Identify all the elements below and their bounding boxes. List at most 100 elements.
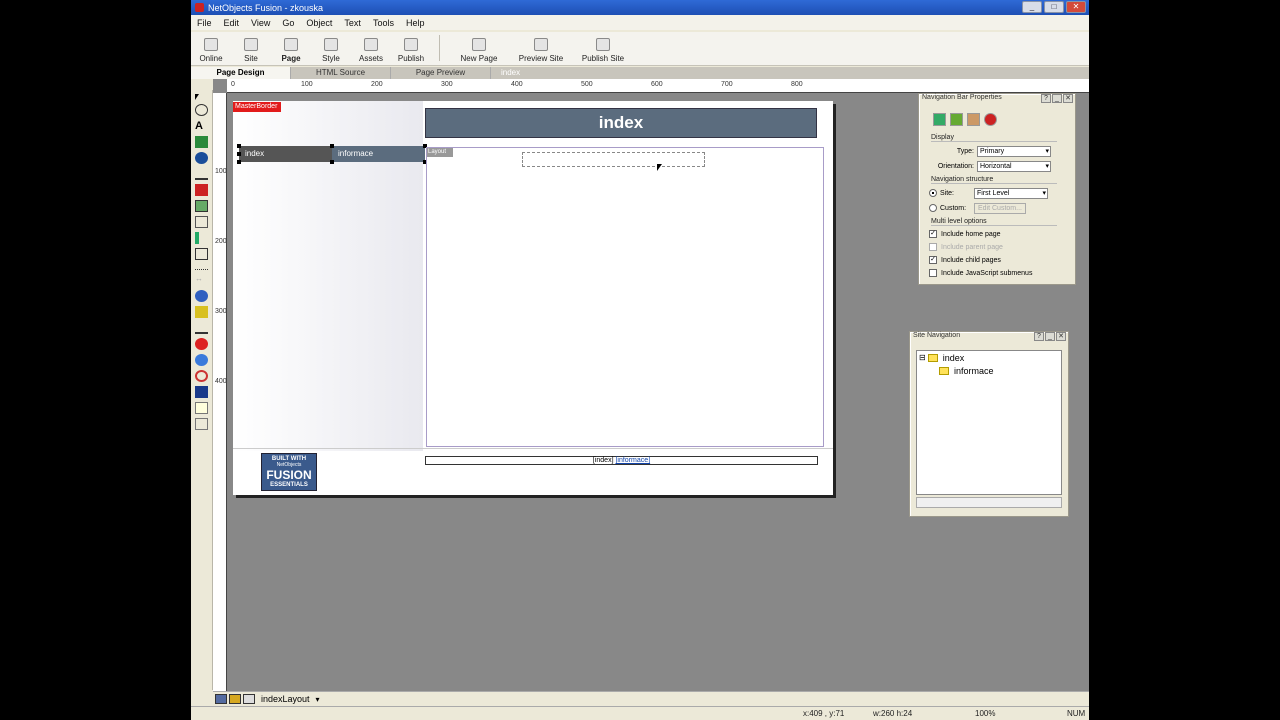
include-parent-checkbox[interactable]	[929, 243, 937, 251]
selection-handle[interactable]	[330, 144, 334, 148]
online-icon	[204, 38, 218, 51]
toolbar-separator	[439, 35, 440, 61]
form-tool-icon[interactable]	[195, 184, 208, 196]
menu-object[interactable]: Object	[300, 18, 338, 28]
text-navigation-bar[interactable]: [index] [informace]	[425, 456, 818, 465]
arrow-tool-icon[interactable]: ↔	[195, 274, 208, 286]
select-tool-icon[interactable]	[195, 94, 199, 100]
orientation-label: Orientation:	[937, 162, 974, 170]
nav-button-index[interactable]: index	[239, 146, 332, 162]
layout-view-icon[interactable]	[215, 694, 227, 704]
minimize-button[interactable]: _	[1022, 1, 1042, 13]
layout-dropdown-icon[interactable]: ▾	[316, 695, 320, 704]
banner-tool-icon[interactable]	[195, 232, 199, 244]
new-page-button[interactable]: New Page	[448, 31, 510, 65]
text-box-placeholder[interactable]	[522, 152, 705, 167]
text-tool-icon[interactable]: A	[195, 120, 208, 132]
layout-name[interactable]: indexLayout	[255, 694, 316, 704]
selection-handle[interactable]	[237, 160, 241, 164]
selection-handle[interactable]	[237, 144, 241, 148]
page-banner[interactable]: index	[425, 108, 817, 138]
plugin-tool-icon[interactable]	[195, 370, 208, 382]
search-tool-icon[interactable]	[195, 354, 208, 366]
menu-view[interactable]: View	[245, 18, 276, 28]
text-nav-index[interactable]: [index]	[593, 457, 614, 464]
online-button[interactable]: Online	[191, 31, 231, 65]
html-tool-icon[interactable]	[195, 418, 208, 430]
opt-home-row: ✓ Include home page	[929, 228, 1075, 240]
close-button[interactable]: ✕	[1066, 1, 1086, 13]
master-view-icon[interactable]	[229, 694, 241, 704]
publish-button[interactable]: Publish	[391, 31, 431, 65]
maximize-button[interactable]: □	[1044, 1, 1064, 13]
collapse-icon[interactable]: ⊟	[919, 353, 926, 362]
layout-region[interactable]: Layout	[426, 147, 824, 447]
anchor-tool-icon[interactable]	[195, 168, 208, 180]
minimize-panel-button[interactable]: _	[1052, 94, 1062, 103]
site-radio[interactable]	[929, 189, 937, 197]
orientation-select[interactable]: Horizontal	[977, 160, 1051, 172]
preview-site-icon	[534, 38, 548, 51]
navigation-bar[interactable]: index informace	[237, 144, 427, 164]
java-tool-icon[interactable]	[195, 386, 208, 398]
menu-text[interactable]: Text	[338, 18, 367, 28]
component-tool-icon[interactable]	[195, 306, 208, 318]
tab-page-design[interactable]: Page Design	[191, 67, 291, 79]
minimize-panel-button[interactable]: _	[1045, 332, 1055, 341]
record-tool-icon[interactable]	[195, 338, 208, 350]
actions-tab-icon[interactable]	[984, 113, 997, 126]
opt-parent-row: Include parent page	[929, 241, 1075, 253]
selection-handle[interactable]	[237, 152, 241, 156]
close-panel-button[interactable]: ✕	[1063, 94, 1073, 103]
rectangle-tool-icon[interactable]	[195, 248, 208, 260]
tree-node-informace[interactable]: informace	[917, 364, 1061, 377]
object-toolbar: A ↔	[191, 90, 213, 690]
panel-header: Site Navigation ? _ ✕	[910, 332, 1068, 343]
help-button[interactable]: ?	[1041, 94, 1051, 103]
selection-handle[interactable]	[330, 160, 334, 164]
help-button[interactable]: ?	[1034, 332, 1044, 341]
table-tool-icon[interactable]	[195, 200, 208, 212]
site-tab-icon[interactable]	[967, 113, 980, 126]
page-button[interactable]: Page	[271, 31, 311, 65]
page-view-icon[interactable]	[243, 694, 255, 704]
tab-page-preview[interactable]: Page Preview	[391, 67, 491, 79]
menu-go[interactable]: Go	[276, 18, 300, 28]
tab-html-source[interactable]: HTML Source	[291, 67, 391, 79]
line-tool-icon[interactable]	[195, 264, 208, 270]
preview-site-button[interactable]: Preview Site	[510, 31, 572, 65]
style-button[interactable]: Style	[311, 31, 351, 65]
assets-button[interactable]: Assets	[351, 31, 391, 65]
main-toolbar: Online Site Page Style Assets Publish Ne…	[191, 32, 1089, 66]
nav-button-informace[interactable]: informace	[332, 146, 425, 162]
masterborder-tag[interactable]: MasterBorder	[233, 102, 281, 112]
include-home-checkbox[interactable]: ✓	[929, 230, 937, 238]
media-tool-icon[interactable]	[195, 290, 208, 302]
design-page[interactable]: MasterBorder index index informace Layou…	[233, 101, 833, 495]
edit-custom-button[interactable]: Edit Custom...	[974, 202, 1026, 214]
note-tool-icon[interactable]	[195, 402, 208, 414]
text-nav-informace[interactable]: [informace]	[615, 457, 650, 464]
menu-tools[interactable]: Tools	[367, 18, 400, 28]
cart-tool-icon[interactable]	[195, 322, 208, 334]
zoom-tool-icon[interactable]	[195, 104, 208, 116]
close-panel-button[interactable]: ✕	[1056, 332, 1066, 341]
navbar-tool-icon[interactable]	[195, 152, 208, 164]
tree-node-index[interactable]: ⊟ index	[917, 351, 1061, 364]
menu-help[interactable]: Help	[400, 18, 431, 28]
site-level-select[interactable]: First Level	[974, 187, 1048, 199]
navbar-tab-icon[interactable]	[933, 113, 946, 126]
layout-tag[interactable]: Layout	[427, 148, 453, 157]
include-js-checkbox[interactable]	[929, 269, 937, 277]
custom-radio[interactable]	[929, 204, 937, 212]
layout-region-tool-icon[interactable]	[195, 216, 208, 228]
site-button[interactable]: Site	[231, 31, 271, 65]
menu-file[interactable]: File	[191, 18, 218, 28]
tree-horizontal-scrollbar[interactable]	[916, 497, 1062, 508]
include-child-checkbox[interactable]: ✓	[929, 256, 937, 264]
menu-edit[interactable]: Edit	[218, 18, 246, 28]
type-select[interactable]: Primary	[977, 145, 1051, 157]
picture-tool-icon[interactable]	[195, 136, 208, 148]
publish-site-button[interactable]: Publish Site	[572, 31, 634, 65]
style-tab-icon[interactable]	[950, 113, 963, 126]
